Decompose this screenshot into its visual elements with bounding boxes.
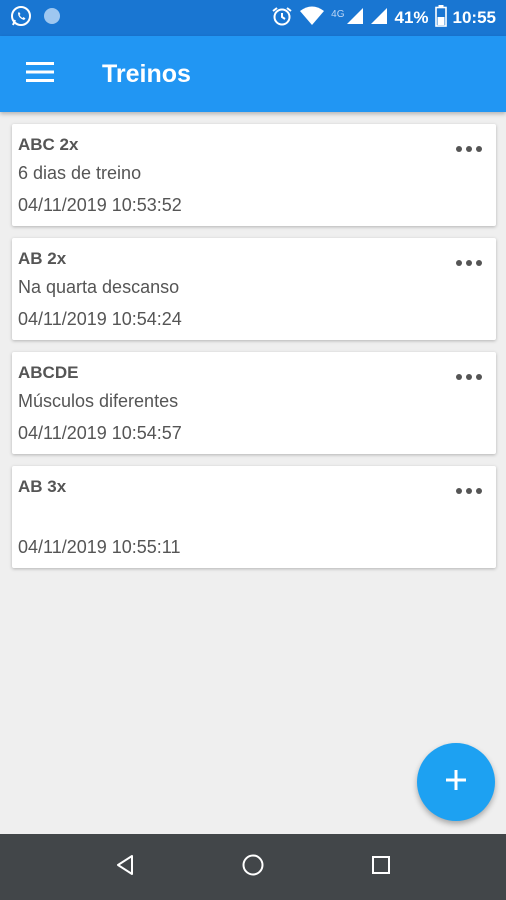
workout-description	[18, 499, 490, 531]
plus-icon	[444, 768, 468, 797]
circle-notification-icon	[42, 6, 62, 31]
signal-icon	[346, 7, 364, 30]
workout-date: 04/11/2019 10:54:57	[18, 423, 182, 443]
add-workout-button[interactable]	[417, 743, 495, 821]
more-options-button[interactable]	[452, 480, 486, 502]
menu-button[interactable]	[0, 36, 80, 112]
more-options-button[interactable]	[452, 366, 486, 388]
more-dots-icon	[456, 146, 462, 152]
clock: 10:55	[452, 8, 496, 27]
battery-percent: 41%	[394, 8, 429, 27]
app-bar: Treinos	[0, 36, 506, 112]
back-button[interactable]	[110, 852, 140, 882]
workout-card[interactable]: AB 3x 04/11/2019 10:55:11	[12, 466, 496, 568]
more-options-button[interactable]	[452, 138, 486, 160]
workout-title: AB 2x	[18, 249, 67, 268]
workout-card[interactable]: AB 2x Na quarta descanso 04/11/2019 10:5…	[12, 238, 496, 340]
whatsapp-icon	[10, 5, 32, 32]
workout-date: 04/11/2019 10:54:24	[18, 309, 182, 329]
status-bar: 4G 41% 10:55	[0, 0, 506, 36]
workout-date: 04/11/2019 10:53:52	[18, 195, 182, 215]
home-button[interactable]	[238, 852, 268, 882]
more-dots-icon	[456, 374, 462, 380]
wifi-icon	[299, 6, 325, 31]
workout-card[interactable]: ABC 2x 6 dias de treino 04/11/2019 10:53…	[12, 124, 496, 226]
network-type-label: 4G	[331, 8, 345, 20]
workout-date: 04/11/2019 10:55:11	[18, 537, 181, 557]
recents-button[interactable]	[366, 852, 396, 882]
workout-title: ABCDE	[18, 363, 79, 382]
alarm-icon	[271, 5, 293, 32]
page-title: Treinos	[102, 59, 191, 88]
more-options-button[interactable]	[452, 252, 486, 274]
workout-description: Músculos diferentes	[18, 391, 179, 411]
system-nav-bar	[0, 834, 506, 900]
home-icon	[241, 853, 265, 882]
workout-list: ABC 2x 6 dias de treino 04/11/2019 10:53…	[12, 124, 496, 580]
battery-icon	[434, 4, 447, 32]
more-dots-icon	[456, 260, 462, 266]
workout-title: ABC 2x	[18, 135, 79, 154]
workout-description: 6 dias de treino	[18, 163, 142, 183]
workout-description: Na quarta descanso	[18, 277, 180, 297]
signal-icon	[370, 7, 388, 30]
more-dots-icon	[456, 488, 462, 494]
back-icon	[114, 854, 136, 881]
workout-title: AB 3x	[18, 477, 67, 496]
hamburger-menu-icon	[26, 61, 54, 87]
workout-card[interactable]: ABCDE Músculos diferentes 04/11/2019 10:…	[12, 352, 496, 454]
recents-icon	[371, 855, 391, 880]
